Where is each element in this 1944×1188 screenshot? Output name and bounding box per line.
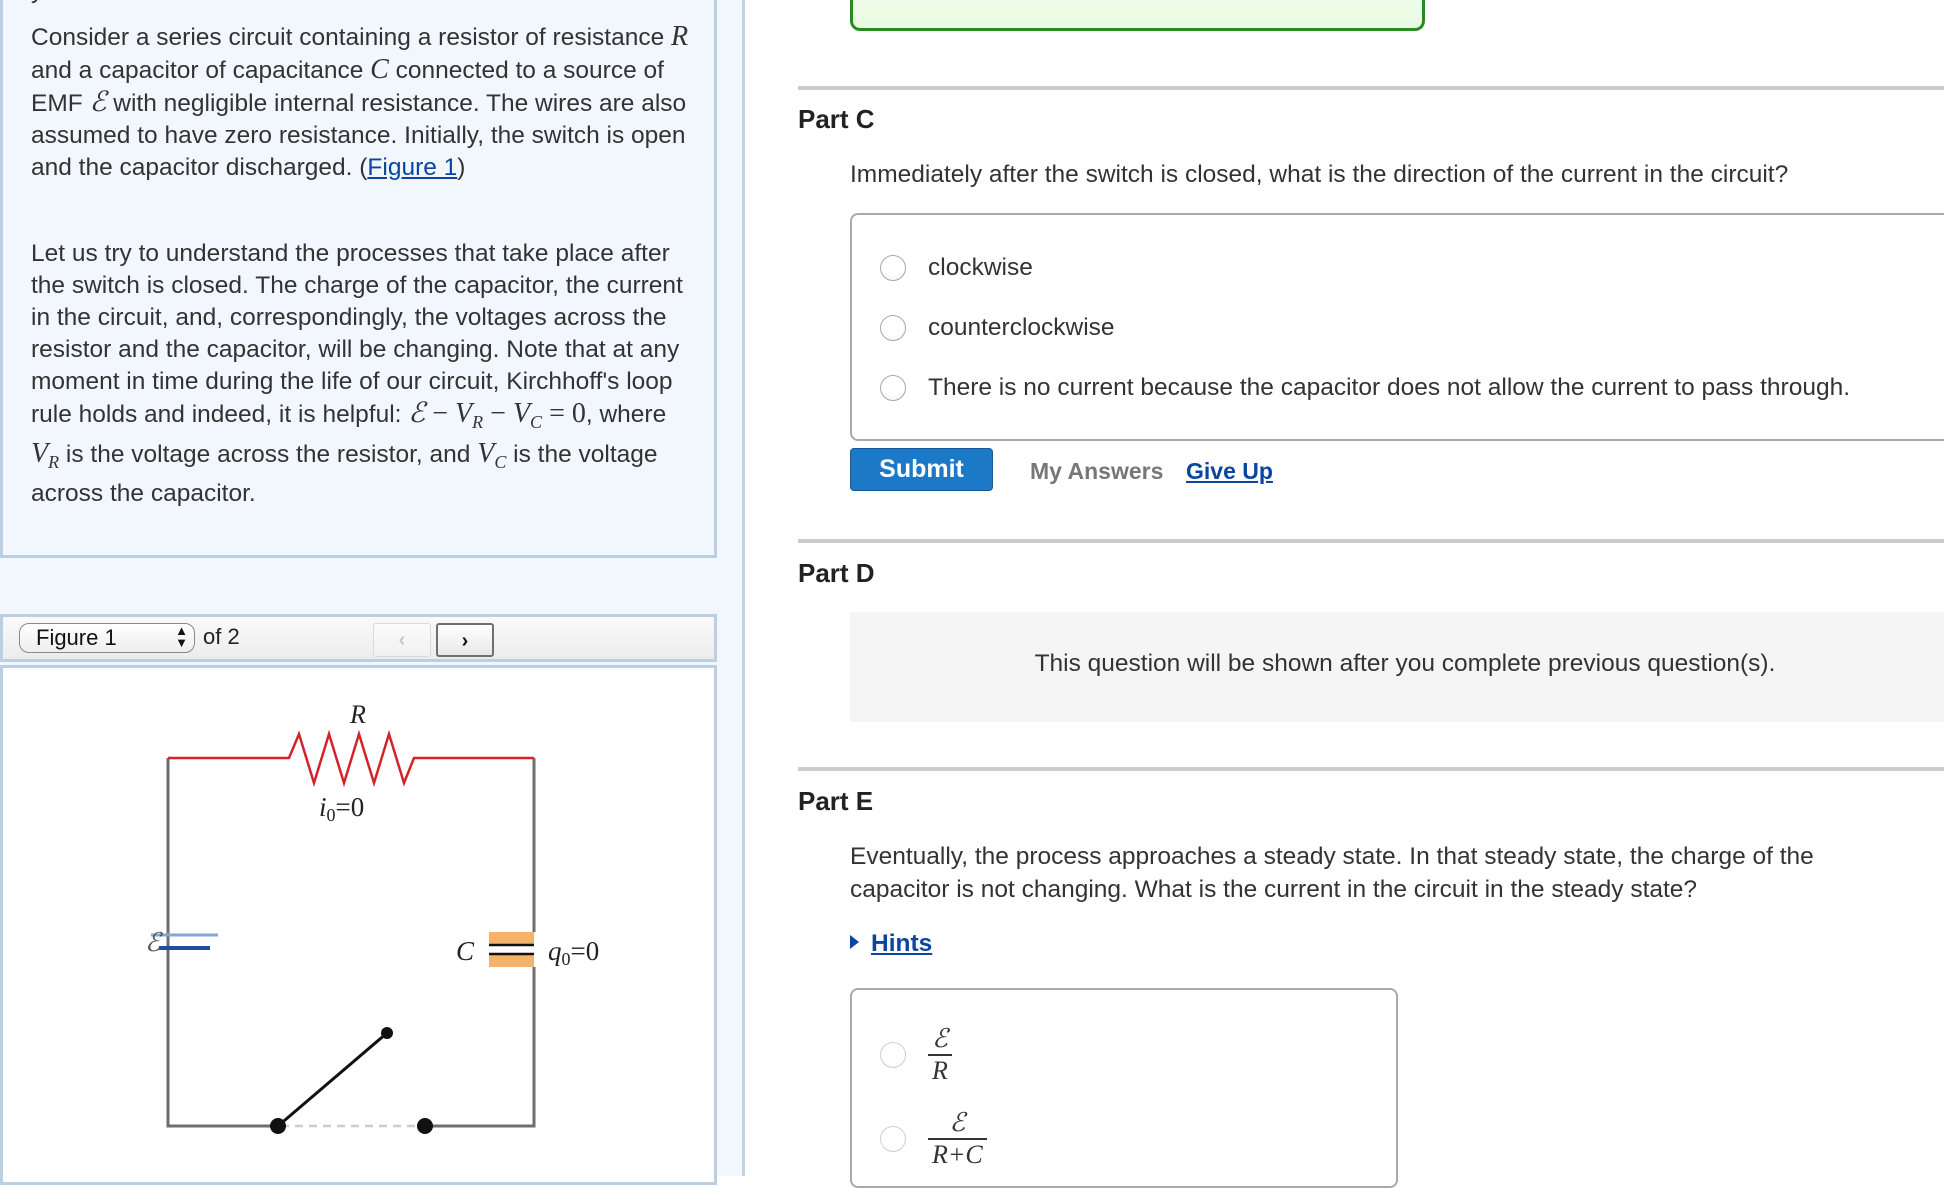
figure-panel: R i0=0 ℰ C q0=0: [0, 665, 717, 1185]
text: is the voltage across the resistor, and: [59, 440, 478, 468]
option-clockwise[interactable]: clockwise: [880, 248, 1033, 288]
math-op: −: [425, 398, 456, 429]
radio-button[interactable]: [880, 1042, 906, 1068]
wire: [425, 967, 536, 1128]
my-answers-button[interactable]: My Answers: [1030, 458, 1163, 485]
previous-figure-button[interactable]: ‹: [373, 623, 431, 657]
resistor-symbol: [168, 729, 534, 788]
figure-select[interactable]: Figure 1 ▲ ▼: [19, 623, 195, 653]
charge-label: q0=0: [548, 936, 599, 969]
math-sub: R: [472, 411, 484, 432]
locked-message: This question will be shown after you co…: [1034, 650, 1776, 677]
math-emf: ℰ: [408, 398, 426, 429]
switch-terminal: [381, 1027, 393, 1039]
option-label: counterclockwise: [928, 314, 1115, 341]
capacitor-plate-top: [489, 932, 534, 945]
figure-1-link[interactable]: Figure 1: [367, 154, 457, 181]
option-emf-over-r[interactable]: ℰ R: [880, 1020, 952, 1090]
rc-circuit-diagram: R i0=0 ℰ C q0=0: [145, 703, 599, 1134]
math-emf: ℰ: [89, 87, 107, 118]
text: , where: [585, 401, 667, 428]
text: ): [457, 154, 466, 181]
fraction: ℰ R+C: [928, 1108, 987, 1170]
text: and a capacitor of capacitance: [31, 57, 371, 84]
intro-paragraph-2: Let us try to understand the processes t…: [31, 238, 691, 510]
select-arrows-icon: ▲ ▼: [175, 623, 188, 650]
math-sub: C: [530, 411, 543, 432]
part-e-options: ℰ R ℰ R+C: [850, 988, 1398, 1188]
give-up-link[interactable]: Give Up: [1186, 458, 1273, 485]
math-V: V: [477, 437, 495, 469]
part-divider: [798, 539, 1944, 543]
capacitor-plate-bottom: [489, 954, 534, 967]
math-op: = 0: [542, 398, 586, 429]
math-V: V: [512, 398, 531, 429]
math-sub: C: [494, 451, 507, 472]
math-op: −: [483, 398, 513, 429]
math-C: C: [370, 54, 389, 85]
part-c-options: clockwise counterclockwise There is no c…: [850, 213, 1944, 441]
previous-answer-success-box: [850, 0, 1425, 31]
expand-triangle-icon: [850, 935, 859, 949]
radio-button[interactable]: [880, 255, 906, 281]
chevron-left-icon: ‹: [398, 629, 406, 651]
part-c-heading: Part C: [798, 104, 875, 134]
math-V: V: [455, 398, 473, 429]
locked-question-box: This question will be shown after you co…: [850, 612, 1944, 722]
option-emf-over-r-plus-c[interactable]: ℰ R+C: [880, 1104, 987, 1174]
part-d-heading: Part D: [798, 558, 875, 588]
part-divider: [798, 767, 1944, 771]
part-divider: [798, 86, 1944, 90]
chevron-right-icon: ›: [461, 630, 469, 652]
text: Consider a series circuit containing a r…: [31, 24, 672, 51]
denominator: R: [932, 1056, 948, 1085]
option-label: There is no current because the capacito…: [928, 374, 1851, 401]
submit-button[interactable]: Submit: [850, 448, 993, 491]
radio-button[interactable]: [880, 375, 906, 401]
switch-arm: [277, 1031, 388, 1128]
wire: [166, 758, 278, 1128]
hints-label: Hints: [871, 930, 933, 957]
math-V: V: [31, 437, 49, 469]
capacitor-label: C: [456, 936, 475, 966]
math-R: R: [671, 21, 689, 52]
hints-toggle[interactable]: Hints: [850, 930, 932, 958]
option-label: clockwise: [928, 254, 1033, 281]
switch-terminal: [270, 1118, 286, 1134]
option-counterclockwise[interactable]: counterclockwise: [880, 308, 1115, 348]
numerator: ℰ: [949, 1108, 966, 1137]
part-e-question: Eventually, the process approaches a ste…: [850, 843, 1814, 903]
cut-off-heading-text: y: [31, 0, 43, 5]
figure-select-value: Figure 1: [36, 625, 117, 650]
option-no-current[interactable]: There is no current because the capacito…: [880, 368, 1850, 408]
figure-toolbar: Figure 1 ▲ ▼ of 2 ‹ ›: [0, 614, 717, 662]
emf-label: ℰ: [145, 928, 163, 957]
text: with negligible internal resistance. The…: [31, 90, 687, 181]
next-figure-button[interactable]: ›: [436, 623, 494, 657]
part-e-heading: Part E: [798, 786, 874, 816]
problem-intro-box: y Consider a series circuit containing a…: [0, 0, 717, 558]
current-label: i0=0: [319, 792, 364, 825]
denominator: R+C: [932, 1140, 983, 1169]
switch-terminal: [417, 1118, 433, 1134]
radio-button[interactable]: [880, 1126, 906, 1152]
radio-button[interactable]: [880, 315, 906, 341]
part-c-question: Immediately after the switch is closed, …: [850, 161, 1789, 188]
intro-paragraph-1: Consider a series circuit containing a r…: [31, 21, 691, 184]
fraction: ℰ R: [928, 1024, 952, 1086]
figure-count-label: of 2: [203, 624, 240, 649]
math-sub: R: [48, 451, 60, 472]
resistor-label: R: [349, 703, 366, 729]
numerator: ℰ: [932, 1024, 948, 1053]
